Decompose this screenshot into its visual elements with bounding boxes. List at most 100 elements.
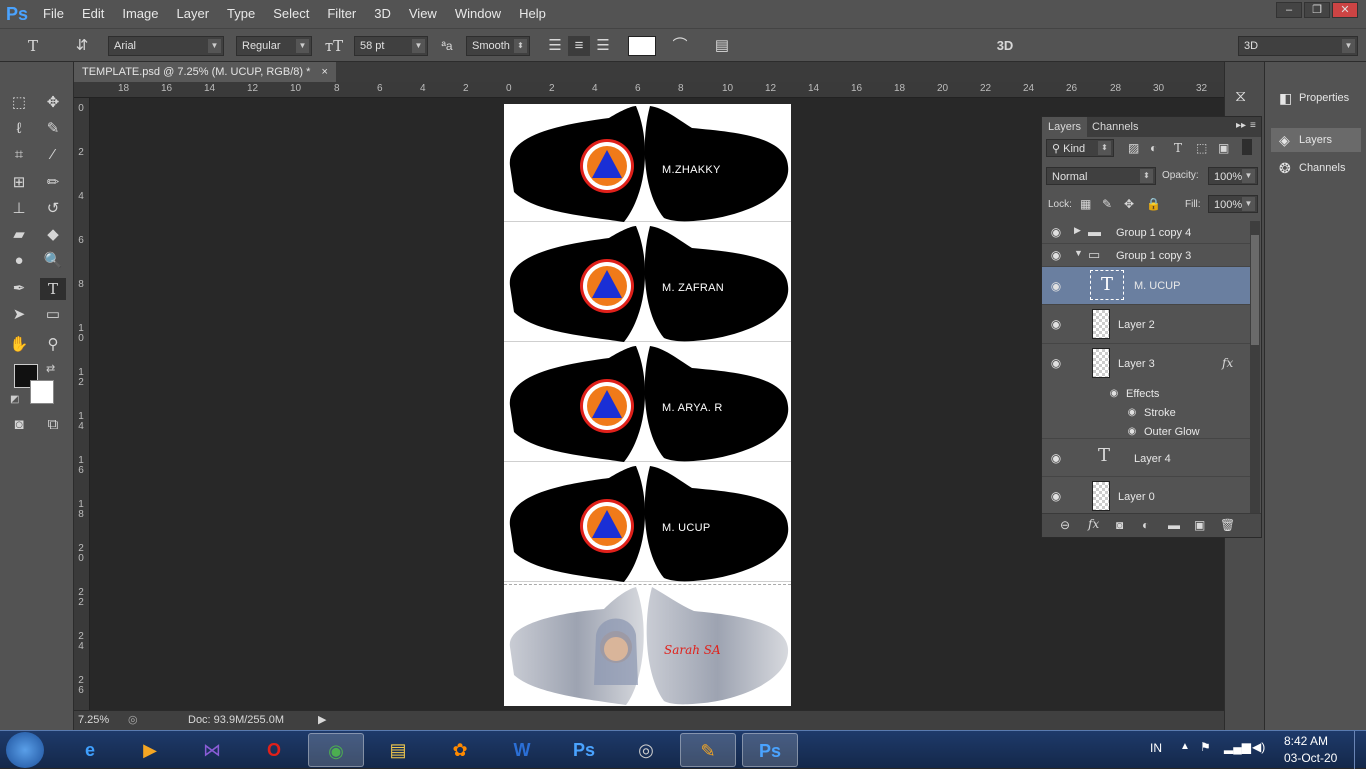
text-color-swatch[interactable]: [628, 36, 656, 56]
brush-tool-icon[interactable]: ✏: [40, 172, 66, 194]
align-right-icon[interactable]: ☰: [592, 36, 614, 56]
crop-tool-icon[interactable]: ⌗: [6, 144, 32, 166]
visibility-eye-icon[interactable]: ◉: [1048, 316, 1064, 332]
trash-icon[interactable]: 🗑: [1220, 518, 1235, 532]
menu-file[interactable]: File: [34, 0, 73, 28]
quick-mask-icon[interactable]: ◙: [6, 414, 32, 436]
properties-panel-button[interactable]: ◧ Properties: [1271, 86, 1361, 110]
webcam-icon[interactable]: ◎: [618, 733, 674, 767]
new-layer-icon[interactable]: ▣: [1194, 518, 1205, 532]
layer-row[interactable]: ◉ ▼ ▭ Group 1 copy 3: [1042, 244, 1250, 267]
visibility-eye-icon[interactable]: ◉: [1124, 424, 1140, 440]
filter-shape-icon[interactable]: ⬚: [1196, 141, 1207, 155]
visibility-eye-icon[interactable]: ◉: [1106, 386, 1122, 402]
visibility-eye-icon[interactable]: ◉: [1048, 488, 1064, 504]
screen-mode-icon[interactable]: ⧉: [40, 414, 66, 436]
lock-position-icon[interactable]: ✥: [1124, 197, 1134, 211]
restore-button[interactable]: ❐: [1304, 2, 1330, 18]
layer-row[interactable]: ◉ Layer 3 fx ◉ Effects ◉ Stroke ◉ Outer …: [1042, 344, 1250, 439]
menu-help[interactable]: Help: [510, 0, 555, 28]
rectangle-tool-icon[interactable]: ▭: [40, 304, 66, 326]
path-selection-tool-icon[interactable]: ➤: [6, 304, 32, 326]
layer-row[interactable]: ◉ Layer 0: [1042, 477, 1250, 513]
spot-healing-tool-icon[interactable]: ⊞: [6, 172, 32, 194]
menu-view[interactable]: View: [400, 0, 446, 28]
language-indicator[interactable]: IN: [1150, 741, 1162, 755]
swap-colors-icon[interactable]: ⇄: [46, 362, 55, 375]
menu-window[interactable]: Window: [446, 0, 510, 28]
tray-expand-icon[interactable]: ▲: [1180, 741, 1190, 752]
eraser-tool-icon[interactable]: ▰: [6, 224, 32, 246]
lock-transparent-icon[interactable]: ▦: [1080, 197, 1091, 211]
status-info-icon[interactable]: ◎: [128, 713, 138, 726]
menu-select[interactable]: Select: [264, 0, 318, 28]
lock-pixels-icon[interactable]: ✎: [1102, 197, 1112, 211]
align-left-icon[interactable]: ☰: [544, 36, 566, 56]
text-orientation-icon[interactable]: ⇵: [70, 36, 94, 56]
photoshop-active-icon[interactable]: Ps: [742, 733, 798, 767]
filter-adjustment-icon[interactable]: ◐: [1150, 141, 1157, 155]
zoom-tool-icon[interactable]: ⚲: [40, 334, 66, 356]
folder-icon[interactable]: ▬: [1168, 518, 1180, 532]
paint-icon[interactable]: ✎: [680, 733, 736, 767]
action-center-icon[interactable]: ⚑: [1200, 740, 1211, 754]
marquee-tool-icon[interactable]: ⬚: [6, 92, 32, 114]
3d-mode-label[interactable]: 3D: [990, 36, 1020, 56]
layer-row[interactable]: ◉ T Layer 4: [1042, 439, 1250, 477]
visibility-eye-icon[interactable]: ◉: [1048, 224, 1064, 240]
antialias-select[interactable]: Smooth ⬍: [466, 36, 530, 56]
visibility-eye-icon[interactable]: ◉: [1124, 405, 1140, 421]
tab-channels[interactable]: Channels: [1086, 117, 1144, 137]
panel-collapse-icon[interactable]: ▸▸: [1236, 120, 1246, 131]
adjustment-icon[interactable]: ◐: [1142, 518, 1149, 532]
lasso-tool-icon[interactable]: ℓ: [6, 118, 32, 140]
menu-filter[interactable]: Filter: [318, 0, 365, 28]
history-brush-tool-icon[interactable]: ↺: [40, 198, 66, 220]
clock-time[interactable]: 8:42 AM: [1284, 734, 1328, 748]
visibility-eye-icon[interactable]: ◉: [1048, 247, 1064, 263]
visibility-eye-icon[interactable]: ◉: [1048, 450, 1064, 466]
start-button[interactable]: [6, 732, 44, 768]
media-player-icon[interactable]: ▶: [122, 733, 178, 767]
menu-3d[interactable]: 3D: [365, 0, 400, 28]
font-style-select[interactable]: Regular ▼: [236, 36, 312, 56]
warp-text-icon[interactable]: ⌒: [668, 36, 692, 56]
fx-icon[interactable]: fx: [1088, 517, 1099, 531]
document-canvas[interactable]: M.ZHAKKY M. ZAFRAN M. ARYA. R M. UCUP Sa…: [504, 104, 791, 706]
scrollbar-thumb[interactable]: [1251, 235, 1259, 345]
minimize-button[interactable]: –: [1276, 2, 1302, 18]
pen-tool-icon[interactable]: ✒: [6, 278, 32, 300]
blur-tool-icon[interactable]: ●: [6, 250, 32, 272]
hand-tool-icon[interactable]: ✋: [6, 334, 32, 356]
visual-studio-icon[interactable]: ⋈: [184, 733, 240, 767]
move-tool-icon[interactable]: ✥: [40, 92, 66, 114]
paint-bucket-tool-icon[interactable]: ◆: [40, 224, 66, 246]
font-family-select[interactable]: Arial ▼: [108, 36, 224, 56]
filter-toggle[interactable]: [1242, 139, 1252, 155]
fx-badge[interactable]: fx: [1222, 356, 1233, 370]
menu-type[interactable]: Type: [218, 0, 264, 28]
show-desktop-button[interactable]: [1354, 731, 1366, 769]
status-menu-arrow-icon[interactable]: ▶: [318, 713, 326, 726]
layer-row-selected[interactable]: ◉ T M. UCUP: [1042, 267, 1250, 305]
menu-edit[interactable]: Edit: [73, 0, 113, 28]
type-tool-icon[interactable]: T: [40, 278, 66, 300]
panel-menu-icon[interactable]: ≡: [1250, 120, 1256, 131]
word-icon[interactable]: W: [494, 733, 550, 767]
font-size-select[interactable]: 58 pt ▼: [354, 36, 428, 56]
type-tool-preset-icon[interactable]: T: [18, 36, 48, 56]
channels-panel-button[interactable]: ❂ Channels: [1271, 156, 1361, 180]
mask-icon[interactable]: ◙: [1116, 518, 1123, 532]
filter-type-icon[interactable]: T: [1174, 141, 1182, 155]
clock-date[interactable]: 03-Oct-20: [1284, 751, 1337, 765]
lock-all-icon[interactable]: 🔒: [1146, 197, 1161, 211]
workspace-select[interactable]: 3D ▼: [1238, 36, 1358, 56]
document-tab[interactable]: TEMPLATE.psd @ 7.25% (M. UCUP, RGB/8) * …: [74, 62, 336, 82]
volume-icon[interactable]: ◀): [1252, 740, 1265, 754]
zoom-level[interactable]: 7.25%: [78, 714, 109, 726]
link-icon[interactable]: ⊖: [1060, 518, 1070, 532]
close-tab-icon[interactable]: ×: [321, 66, 327, 78]
layers-scrollbar[interactable]: [1250, 221, 1260, 513]
default-colors-icon[interactable]: ◩: [10, 394, 19, 405]
opacity-input[interactable]: 100% ▼: [1208, 167, 1258, 185]
